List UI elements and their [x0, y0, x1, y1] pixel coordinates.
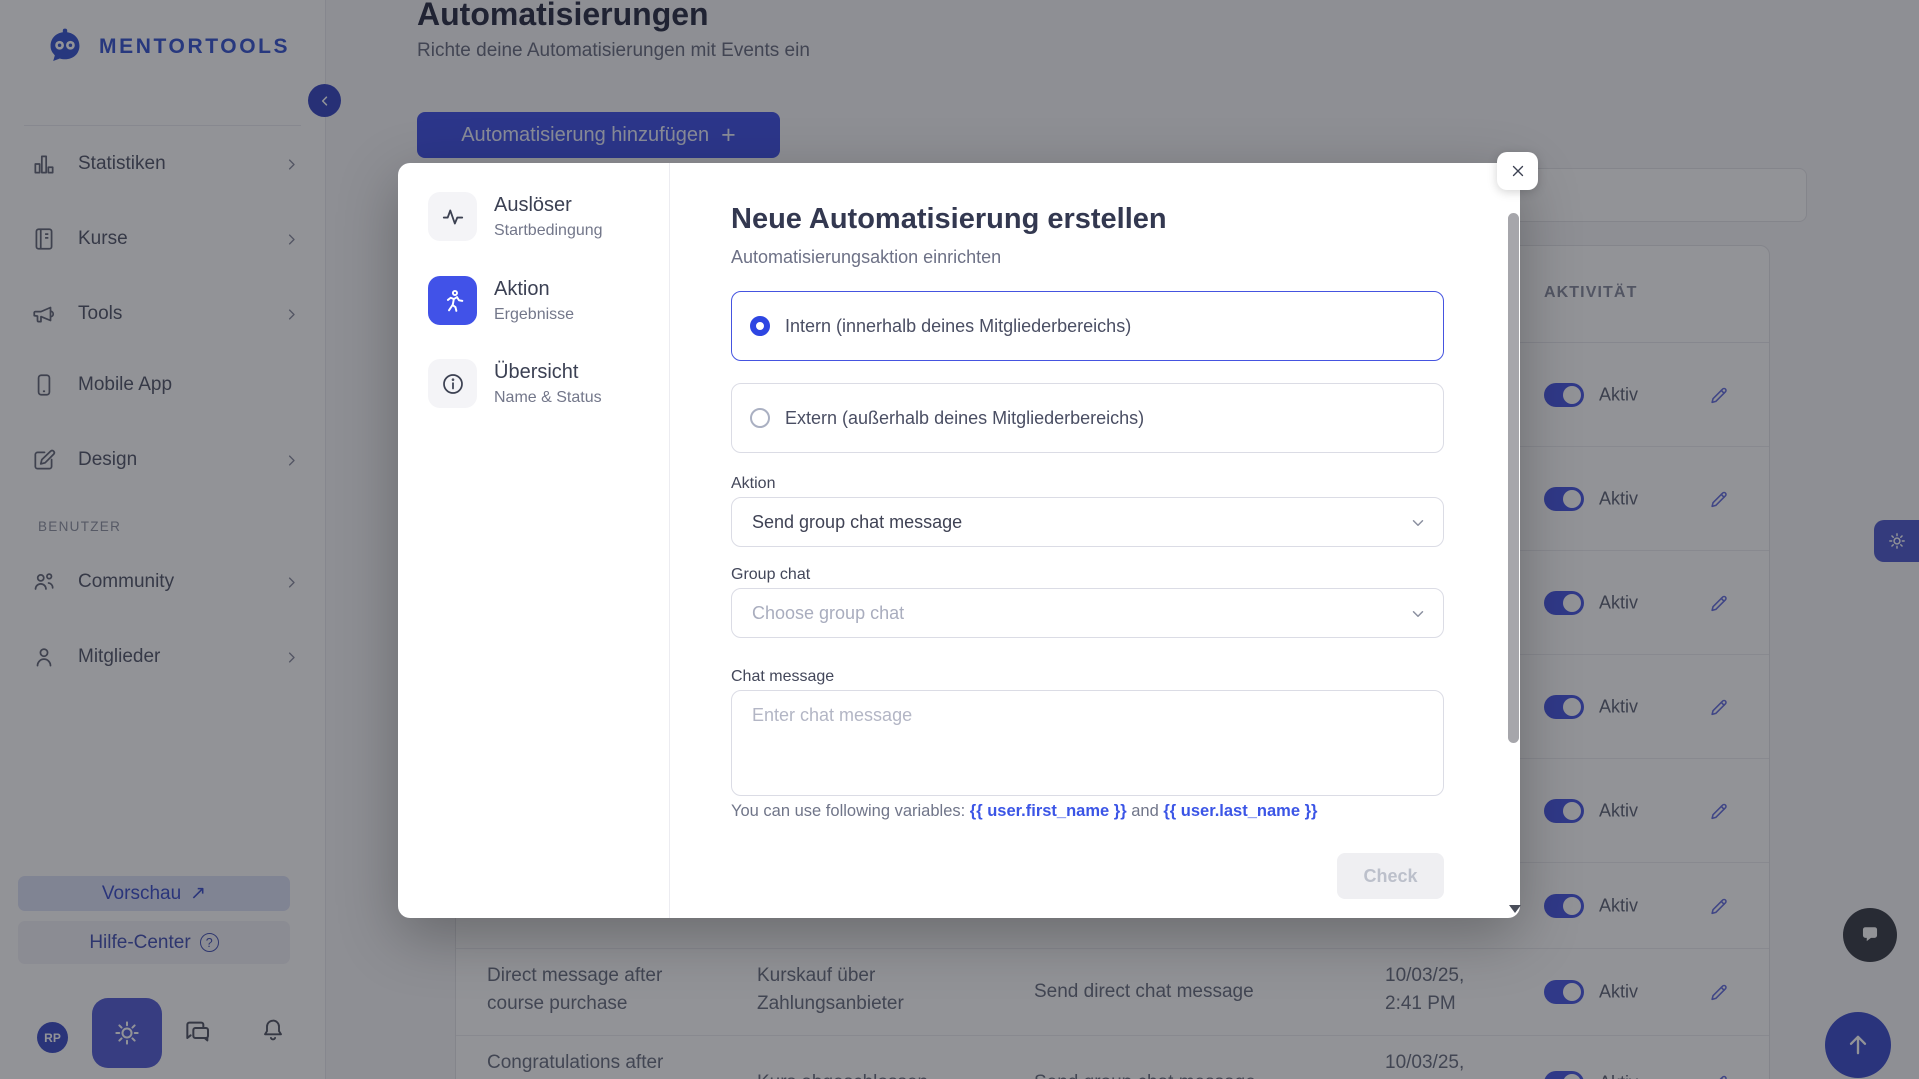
- option-intern[interactable]: Intern (innerhalb deines Mitgliederberei…: [731, 291, 1444, 361]
- radio-unselected-icon[interactable]: [750, 408, 770, 428]
- radio-selected-icon[interactable]: [750, 316, 770, 336]
- chevron-down-icon: [1409, 605, 1427, 628]
- option-extern[interactable]: Extern (außerhalb deines Mitgliederberei…: [731, 383, 1444, 453]
- modal-subtitle: Automatisierungsaktion einrichten: [731, 246, 1444, 268]
- modal-title: Neue Automatisierung erstellen: [731, 203, 1444, 236]
- step-ausloeser[interactable]: Auslöser Startbedingung: [428, 192, 603, 241]
- action-label: Aktion: [731, 475, 1444, 493]
- modal-scrollbar-thumb[interactable]: [1508, 213, 1519, 743]
- close-icon: [1509, 162, 1527, 180]
- app-screen: MENTORTOOLS Statistiken Kurse: [0, 0, 1919, 1079]
- modal-steps-panel: Auslöser Startbedingung Aktion Ergebniss…: [398, 163, 670, 918]
- create-automation-modal: Auslöser Startbedingung Aktion Ergebniss…: [398, 163, 1520, 918]
- action-select[interactable]: Send group chat message: [731, 497, 1444, 547]
- modal-content: Neue Automatisierung erstellen Automatis…: [731, 203, 1444, 899]
- chevron-down-icon: [1409, 514, 1427, 537]
- step-uebersicht[interactable]: Übersicht Name & Status: [428, 359, 602, 408]
- info-icon: [428, 359, 477, 408]
- step-aktion[interactable]: Aktion Ergebnisse: [428, 276, 574, 325]
- modal-close-button[interactable]: [1497, 152, 1538, 190]
- pulse-icon: [428, 192, 477, 241]
- chat-message-label: Chat message: [731, 668, 1444, 686]
- runner-icon: [428, 276, 477, 325]
- variable-first-name: {{ user.first_name }}: [970, 802, 1127, 820]
- group-chat-label: Group chat: [731, 566, 1444, 584]
- variable-last-name: {{ user.last_name }}: [1163, 802, 1317, 820]
- scroll-down-arrow-icon[interactable]: [1509, 905, 1521, 913]
- variables-hint: You can use following variables: {{ user…: [731, 802, 1444, 821]
- check-button[interactable]: Check: [1337, 853, 1444, 899]
- chat-message-input[interactable]: [731, 690, 1444, 796]
- group-chat-select[interactable]: Choose group chat: [731, 588, 1444, 638]
